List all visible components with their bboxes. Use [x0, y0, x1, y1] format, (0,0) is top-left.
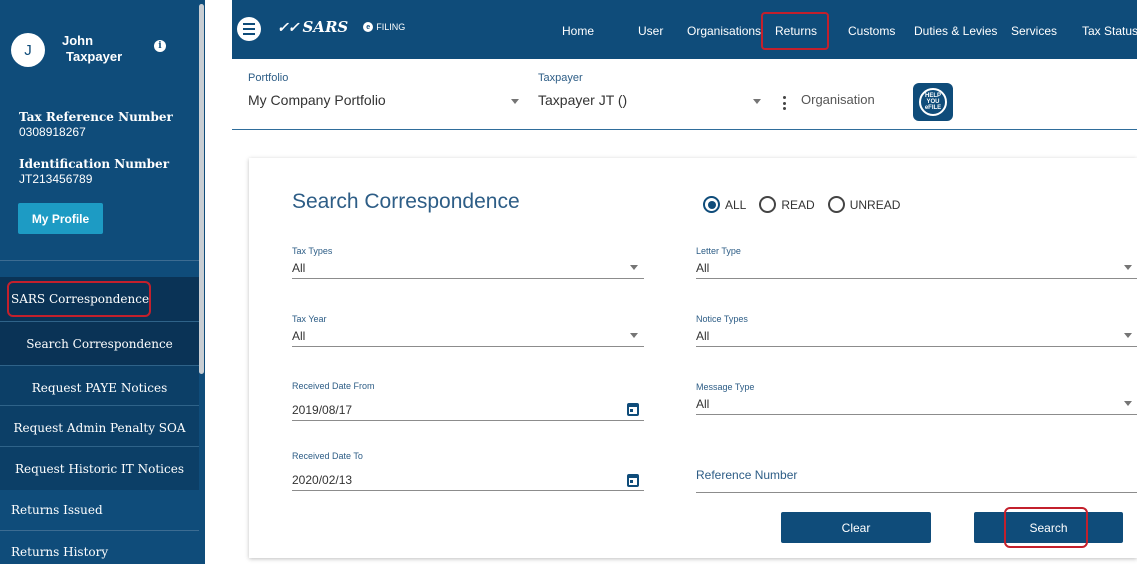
organisation-label[interactable]: Organisation: [801, 92, 875, 107]
read-filter-group: ALL READ UNREAD: [703, 196, 913, 213]
letter-type-underline: [696, 278, 1137, 279]
clear-button[interactable]: Clear: [781, 512, 931, 543]
calendar-icon[interactable]: [627, 403, 639, 416]
notice-types-underline: [696, 346, 1137, 347]
nav-home[interactable]: Home: [562, 24, 594, 38]
sidebar-item-returns-history[interactable]: Returns History: [0, 530, 199, 564]
tax-types-underline: [292, 278, 644, 279]
help-you-efile-badge[interactable]: HELP YOU eFILE: [913, 83, 953, 121]
nav-tax-status[interactable]: Tax Status: [1082, 24, 1137, 38]
date-from-underline: [292, 420, 644, 421]
sidebar-item-search-correspondence[interactable]: Search Correspondence: [0, 321, 199, 365]
efiling-icon: e: [363, 22, 374, 32]
radio-all[interactable]: [703, 196, 720, 213]
taxpayer-select[interactable]: Taxpayer JT (): [538, 92, 627, 108]
tax-year-select[interactable]: All: [292, 329, 305, 343]
nav-user[interactable]: User: [638, 24, 663, 38]
radio-read-label[interactable]: READ: [781, 198, 814, 212]
notice-types-dropdown-icon[interactable]: [1124, 333, 1132, 338]
date-from-input[interactable]: 2019/08/17: [292, 403, 352, 417]
taxpayer-dropdown-icon[interactable]: [753, 99, 761, 104]
letter-type-dropdown-icon[interactable]: [1124, 265, 1132, 270]
radio-read[interactable]: [759, 196, 777, 213]
taxpayer-label: Taxpayer: [538, 72, 583, 84]
tax-year-underline: [292, 346, 644, 347]
notice-types-select[interactable]: All: [696, 329, 709, 343]
id-number-value: JT213456789: [19, 172, 93, 186]
my-profile-button[interactable]: My Profile: [18, 203, 103, 234]
user-name: John Taxpayer: [62, 33, 122, 65]
date-to-input[interactable]: 2020/02/13: [292, 473, 352, 487]
sidebar-item-request-admin-penalty-soa[interactable]: Request Admin Penalty SOA: [0, 405, 199, 449]
nav-customs[interactable]: Customs: [848, 24, 895, 38]
message-type-dropdown-icon[interactable]: [1124, 401, 1132, 406]
help-text-3: eFILE: [924, 105, 942, 111]
toolbar-divider: [232, 129, 1137, 130]
hamburger-menu-button[interactable]: [237, 17, 261, 41]
sidebar-item-returns-issued[interactable]: Returns Issued: [0, 488, 199, 532]
sars-logo[interactable]: ✓✓ SARS e FILING: [277, 18, 405, 36]
sidebar-scrollbar[interactable]: [199, 4, 204, 374]
nav-duties-levies[interactable]: Duties & Levies: [914, 24, 997, 38]
reference-number-input[interactable]: Reference Number: [696, 468, 797, 482]
radio-unread-label[interactable]: UNREAD: [850, 198, 901, 212]
reference-number-underline: [696, 492, 1137, 493]
tax-types-label: Tax Types: [292, 246, 333, 256]
radio-all-label[interactable]: ALL: [725, 198, 746, 212]
tax-year-label: Tax Year: [292, 314, 327, 324]
id-number-label: Identification Number: [19, 157, 170, 171]
avatar[interactable]: J: [11, 33, 45, 67]
date-to-underline: [292, 490, 644, 491]
more-options-icon[interactable]: [782, 96, 786, 110]
message-type-select[interactable]: All: [696, 397, 709, 411]
tax-ref-value: 0308918267: [19, 125, 86, 139]
user-first-name: John: [62, 33, 94, 48]
search-highlight-box: [1004, 507, 1088, 548]
notice-types-label: Notice Types: [696, 314, 748, 324]
portfolio-select[interactable]: My Company Portfolio: [248, 92, 386, 108]
info-icon[interactable]: i: [154, 40, 166, 52]
nav-services[interactable]: Services: [1011, 24, 1057, 38]
filing-label: e FILING: [363, 22, 405, 32]
message-type-underline: [696, 414, 1137, 415]
tax-year-dropdown-icon[interactable]: [630, 333, 638, 338]
filing-text: FILING: [376, 22, 406, 32]
tax-ref-label: Tax Reference Number: [19, 110, 173, 124]
calendar-icon[interactable]: [627, 474, 639, 487]
letter-type-label: Letter Type: [696, 246, 741, 256]
nav-highlight-box: [761, 12, 829, 50]
top-header: ✓✓ SARS e FILING Home User Organisations…: [232, 0, 1137, 59]
sidebar-highlight-box: [7, 281, 151, 317]
date-to-label: Received Date To: [292, 451, 363, 461]
user-last-name: Taxpayer: [66, 49, 123, 64]
message-type-label: Message Type: [696, 382, 755, 392]
portfolio-dropdown-icon[interactable]: [511, 99, 519, 104]
sidebar-item-request-paye-notices[interactable]: Request PAYE Notices: [0, 365, 199, 409]
tax-types-dropdown-icon[interactable]: [630, 265, 638, 270]
tax-types-select[interactable]: All: [292, 261, 305, 275]
sidebar: J John Taxpayer i Tax Reference Number 0…: [0, 0, 205, 564]
nav-organisations[interactable]: Organisations: [687, 24, 761, 38]
page-title: Search Correspondence: [292, 190, 520, 213]
logo-text: SARS: [302, 18, 349, 36]
sidebar-divider: [0, 260, 199, 261]
portfolio-label: Portfolio: [248, 72, 289, 84]
sidebar-item-request-historic-it-notices[interactable]: Request Historic IT Notices: [0, 446, 199, 490]
date-from-label: Received Date From: [292, 381, 375, 391]
radio-unread[interactable]: [827, 196, 845, 213]
search-card: [249, 158, 1137, 558]
sars-logo-icon: ✓✓: [277, 18, 299, 35]
letter-type-select[interactable]: All: [696, 261, 709, 275]
